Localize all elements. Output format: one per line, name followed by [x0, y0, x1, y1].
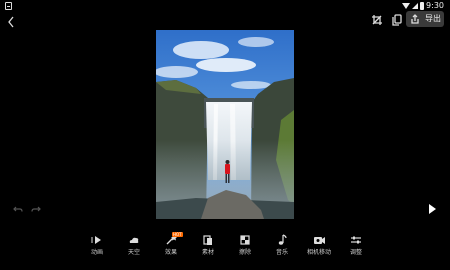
back-arrow-icon[interactable]	[7, 16, 17, 28]
tool-label: 天空	[127, 249, 140, 256]
eraser-icon	[240, 235, 250, 245]
share-icon	[411, 14, 419, 24]
tool-bar: 动画 天空 效果 素材 擦除 音乐 相机移动 调整	[84, 232, 374, 262]
signal-icon	[412, 3, 418, 9]
tool-animation[interactable]: 动画	[84, 232, 110, 262]
crop-icon[interactable]	[371, 14, 383, 26]
tool-eraser[interactable]: 擦除	[232, 232, 258, 262]
tool-label: 素材	[201, 249, 214, 256]
camera-move-icon	[314, 237, 325, 244]
wifi-icon	[402, 3, 410, 9]
adjust-icon	[351, 236, 361, 244]
hot-badge: HOT	[172, 232, 183, 237]
notification-icon	[5, 2, 12, 10]
materials-icon	[203, 235, 212, 245]
tool-label: 音乐	[275, 249, 288, 256]
tool-music[interactable]: 音乐	[269, 232, 295, 262]
animation-icon	[91, 236, 101, 244]
export-button[interactable]: 导出	[406, 11, 444, 27]
tool-adjust[interactable]: 调整	[343, 232, 369, 262]
tool-label: 擦除	[238, 249, 251, 256]
tool-label: 调整	[349, 249, 362, 256]
redo-icon[interactable]	[31, 205, 41, 214]
tool-sky[interactable]: 天空	[121, 232, 147, 262]
tool-camera-move[interactable]: 相机移动	[306, 232, 332, 262]
music-icon	[278, 234, 287, 245]
play-icon[interactable]	[428, 204, 437, 214]
battery-icon	[420, 2, 424, 10]
tool-label: 动画	[90, 249, 103, 256]
undo-icon[interactable]	[13, 205, 23, 214]
status-bar: 9:30	[0, 0, 450, 12]
tool-label: 相机移动	[306, 249, 331, 256]
tool-label: 效果	[164, 249, 177, 256]
tool-materials[interactable]: 素材	[195, 232, 221, 262]
export-label: 导出	[425, 14, 441, 23]
preview-image[interactable]	[156, 30, 294, 219]
sky-icon	[129, 237, 139, 243]
copy-icon[interactable]	[391, 14, 403, 26]
